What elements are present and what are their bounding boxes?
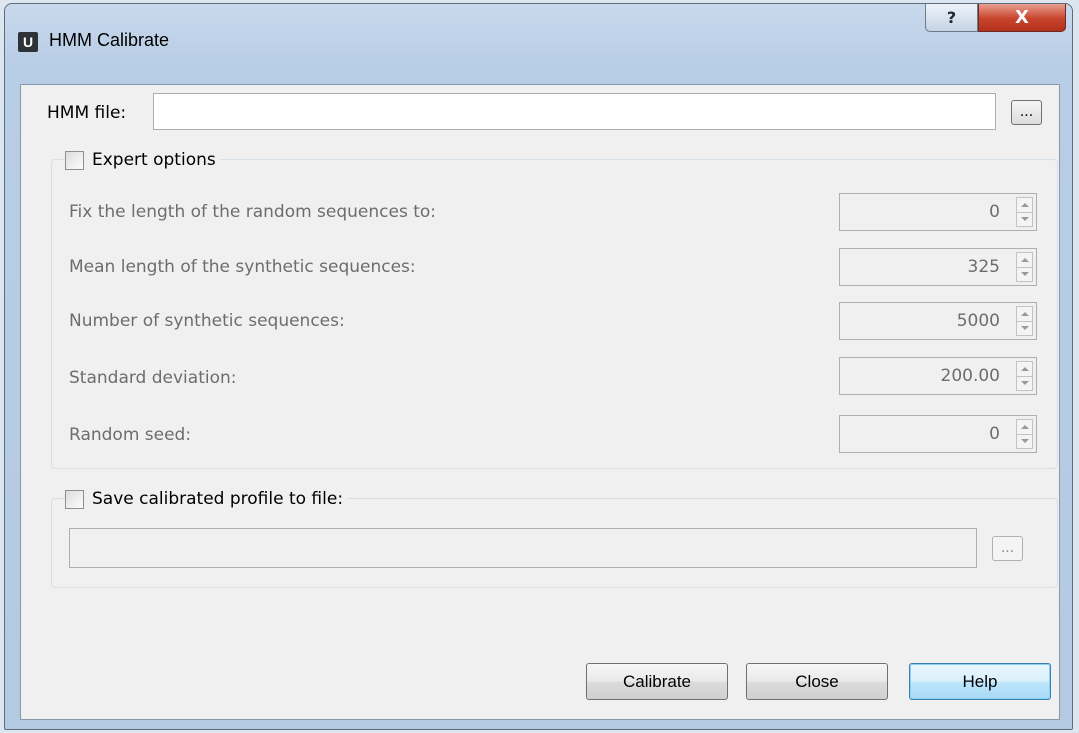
num-sequences-spinbox[interactable]: 5000: [839, 302, 1037, 340]
random-seed-spinbox[interactable]: 0: [839, 415, 1037, 453]
fix-length-value: 0: [989, 202, 1000, 222]
save-profile-checkbox[interactable]: [65, 489, 84, 509]
std-deviation-spinbox[interactable]: 200.00: [839, 357, 1037, 395]
help-button[interactable]: Help: [909, 663, 1051, 700]
save-profile-browse-button[interactable]: ...: [992, 536, 1023, 561]
ellipsis-icon: ...: [1000, 540, 1015, 556]
fix-length-spinbox[interactable]: 0: [839, 193, 1037, 231]
spin-up-icon: [1021, 258, 1029, 262]
calibrate-button[interactable]: Calibrate: [586, 663, 728, 700]
random-seed-label: Random seed:: [69, 425, 192, 445]
save-profile-header: Save calibrated profile to file:: [65, 489, 348, 509]
hmm-calibrate-dialog: U HMM Calibrate ? X HMM file: ... Expert…: [4, 3, 1073, 730]
close-icon: X: [1015, 7, 1029, 28]
context-help-button[interactable]: ?: [925, 4, 978, 32]
std-deviation-label: Standard deviation:: [69, 368, 237, 388]
spin-up-icon: [1021, 312, 1029, 316]
fix-length-label: Fix the length of the random sequences t…: [69, 202, 437, 222]
mean-length-label: Mean length of the synthetic sequences:: [69, 257, 416, 277]
spin-up-icon: [1021, 425, 1029, 429]
hmm-file-label: HMM file:: [47, 103, 127, 123]
random-seed-stepper[interactable]: [1016, 419, 1033, 449]
hmm-file-input[interactable]: [153, 93, 996, 130]
spin-down-icon: [1021, 217, 1029, 221]
expert-options-label[interactable]: Expert options: [92, 150, 216, 170]
mean-length-value: 325: [967, 257, 1000, 277]
spin-down-icon: [1021, 326, 1029, 330]
fix-length-stepper[interactable]: [1016, 197, 1033, 227]
mean-length-stepper[interactable]: [1016, 252, 1033, 282]
spin-down-icon: [1021, 439, 1029, 443]
num-sequences-value: 5000: [956, 311, 1000, 331]
spin-down-icon: [1021, 381, 1029, 385]
std-deviation-value: 200.00: [940, 366, 1000, 386]
std-deviation-stepper[interactable]: [1016, 361, 1033, 391]
expert-options-header: Expert options: [65, 150, 220, 170]
save-profile-path-input[interactable]: [69, 528, 977, 568]
window-title: HMM Calibrate: [49, 30, 170, 50]
window-close-button[interactable]: X: [978, 4, 1066, 32]
dialog-body: HMM file: ... Expert options Fix the len…: [20, 84, 1060, 720]
expert-options-checkbox[interactable]: [65, 150, 84, 170]
save-profile-label[interactable]: Save calibrated profile to file:: [92, 489, 343, 509]
random-seed-value: 0: [989, 424, 1000, 444]
mean-length-spinbox[interactable]: 325: [839, 248, 1037, 286]
spin-up-icon: [1021, 203, 1029, 207]
question-mark-icon: ?: [946, 8, 957, 27]
ellipsis-icon: ...: [1019, 104, 1034, 120]
close-button[interactable]: Close: [746, 663, 888, 700]
spin-down-icon: [1021, 272, 1029, 276]
title-bar[interactable]: U HMM Calibrate ? X: [5, 4, 1072, 52]
app-logo-icon: U: [18, 32, 38, 52]
spin-up-icon: [1021, 367, 1029, 371]
num-sequences-stepper[interactable]: [1016, 306, 1033, 336]
hmm-file-browse-button[interactable]: ...: [1011, 100, 1042, 125]
num-sequences-label: Number of synthetic sequences:: [69, 311, 345, 331]
